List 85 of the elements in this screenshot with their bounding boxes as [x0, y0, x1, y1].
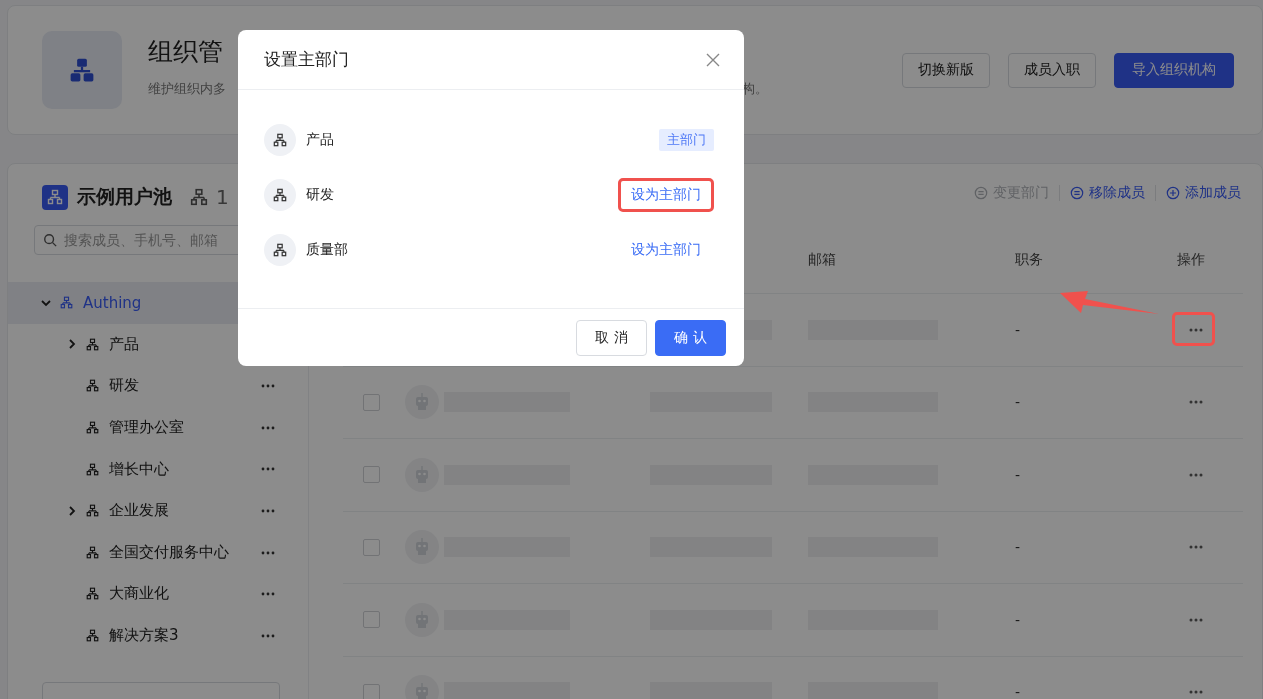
table-cell-text: -	[1015, 466, 1022, 483]
org-logo-icon	[42, 31, 122, 109]
robot-avatar-icon	[405, 602, 439, 637]
tree-item[interactable]: 大商业化	[8, 573, 308, 615]
tree-label: 产品	[109, 334, 139, 354]
department-avatar	[264, 233, 296, 266]
row-checkbox[interactable]	[363, 393, 380, 411]
more-icon[interactable]	[261, 508, 275, 513]
org-icon	[86, 421, 99, 435]
org-icon	[86, 504, 99, 518]
department-avatar	[264, 123, 296, 156]
more-icon[interactable]	[1189, 690, 1203, 695]
remove-member-button[interactable]: 移除成员	[1068, 184, 1147, 202]
column-header: 职务	[1015, 251, 1044, 269]
department-name: 研发	[306, 185, 335, 204]
more-icon[interactable]	[1189, 327, 1203, 332]
tree-item[interactable]: 全国交付服务中心	[8, 531, 308, 574]
robot-avatar-icon	[405, 385, 439, 420]
tree-label: 企业发展	[109, 501, 169, 521]
column-header: 操作	[1177, 251, 1206, 269]
tree-item[interactable]: 解决方案3	[8, 614, 308, 657]
tree-item[interactable]: 研发	[8, 365, 308, 407]
plus-circle-icon	[1166, 186, 1180, 200]
tree-label: 研发	[109, 376, 139, 396]
close-icon[interactable]	[706, 52, 720, 67]
set-primary-link[interactable]: 设为主部门	[621, 180, 711, 209]
table-cell-text: -	[1015, 321, 1022, 338]
robot-avatar-icon	[405, 530, 439, 565]
dialog-title: 设置主部门	[264, 48, 349, 71]
header-button[interactable]: 成员入职	[1008, 52, 1096, 88]
confirm-button[interactable]: 确 认	[655, 319, 726, 356]
tree-label: 管理办公室	[109, 418, 184, 438]
more-icon[interactable]	[261, 384, 275, 389]
more-icon[interactable]	[261, 633, 275, 638]
more-icon[interactable]	[261, 592, 275, 597]
robot-avatar-icon	[405, 457, 439, 492]
set-primary-link[interactable]: 设为主部门	[621, 235, 711, 264]
column-header: 邮箱	[808, 251, 837, 269]
more-icon[interactable]	[261, 550, 275, 555]
org-icon	[86, 337, 99, 351]
add-member-button[interactable]: 添加成员	[1164, 184, 1243, 202]
tree-label: 大商业化	[109, 584, 169, 604]
tree-item[interactable]: 企业发展	[8, 489, 308, 532]
page-description: 维护组织内多	[148, 79, 226, 98]
cancel-button[interactable]: 取 消	[576, 319, 647, 356]
tree-item[interactable]: 管理办公室	[8, 406, 308, 449]
org-icon	[86, 587, 99, 601]
more-icon[interactable]	[1189, 400, 1203, 405]
org-icon	[86, 545, 99, 559]
row-checkbox[interactable]	[363, 683, 380, 699]
tree-item[interactable]: 产品	[8, 323, 308, 366]
org-icon	[86, 379, 99, 393]
org-icon	[190, 188, 208, 206]
table-cell-text: -	[1015, 539, 1022, 556]
org-icon	[86, 462, 99, 476]
row-checkbox[interactable]	[363, 611, 380, 629]
search-icon	[43, 233, 57, 247]
table-cell-text: -	[1015, 611, 1022, 628]
minus-circle-icon	[974, 186, 988, 200]
tree-item[interactable]: 增长中心	[8, 448, 308, 490]
more-icon[interactable]	[1189, 545, 1203, 550]
table-cell-text: -	[1015, 394, 1022, 411]
tree-label: Authing	[83, 293, 142, 312]
org-icon	[42, 184, 68, 210]
tree-label: 解决方案3	[109, 626, 179, 646]
tree-label: 全国交付服务中心	[109, 542, 229, 562]
import-button[interactable]: 导入组织机构	[1114, 52, 1234, 88]
row-checkbox[interactable]	[363, 538, 380, 556]
page-title: 组织管	[148, 35, 223, 68]
minus-circle-icon	[1070, 186, 1084, 200]
tree-label: 增长中心	[109, 459, 169, 479]
more-icon[interactable]	[261, 425, 275, 430]
department-name: 产品	[306, 130, 335, 149]
department-avatar	[264, 178, 296, 211]
department-count: 1	[216, 185, 229, 209]
org-icon	[60, 296, 73, 310]
more-icon[interactable]	[1189, 472, 1203, 477]
primary-tag: 主部门	[659, 128, 714, 151]
more-icon[interactable]	[1189, 617, 1203, 622]
table-cell-text: -	[1015, 684, 1022, 699]
more-icon[interactable]	[261, 467, 275, 472]
row-checkbox[interactable]	[363, 466, 380, 484]
header-button[interactable]: 切换新版	[902, 52, 990, 88]
org-icon	[86, 629, 99, 643]
pool-title: 示例用户池	[77, 184, 172, 209]
